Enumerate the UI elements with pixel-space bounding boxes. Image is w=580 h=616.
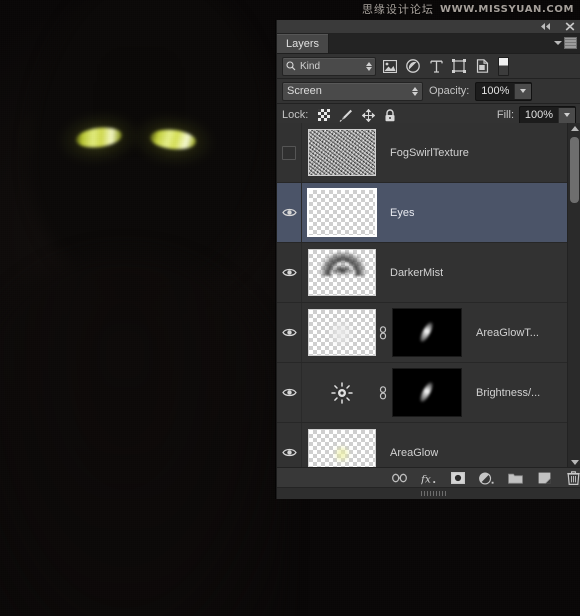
- brightness-contrast-icon[interactable]: [308, 369, 376, 416]
- mask-stroke-artwork: [418, 320, 435, 344]
- link-layers-icon[interactable]: [392, 471, 407, 486]
- scrollbar-thumb[interactable]: [570, 137, 579, 203]
- table-row[interactable]: Brightness/...: [277, 363, 580, 423]
- lock-position-icon[interactable]: [361, 108, 375, 122]
- new-group-icon[interactable]: [508, 471, 523, 486]
- layer-visibility-toggle[interactable]: [277, 183, 302, 242]
- filter-kind-select[interactable]: Kind: [282, 56, 376, 76]
- layer-name: AreaGlow: [390, 446, 439, 459]
- table-row[interactable]: AreaGlowT...: [277, 303, 580, 363]
- scroll-up-arrow[interactable]: [568, 123, 580, 134]
- mask-link-icon[interactable]: [376, 309, 390, 356]
- eye-icon: [281, 327, 297, 338]
- panel-bottom-grip[interactable]: [421, 491, 447, 496]
- opacity-field[interactable]: 100%: [475, 81, 533, 101]
- fill-dropdown-arrow[interactable]: [558, 107, 575, 123]
- pixel-layer-filter-icon[interactable]: [381, 57, 399, 75]
- tabstrip-filler: [329, 34, 580, 53]
- layer-visibility-toggle[interactable]: [277, 423, 302, 468]
- watermark: 思缘设计论坛 WWW.MISSYUAN.COM: [362, 1, 574, 17]
- layers-panel: Layers Kind Screen Opacity: 100% Lock: F…: [276, 20, 580, 499]
- watermark-url-text: WWW.MISSYUAN.COM: [439, 3, 574, 15]
- table-row[interactable]: FogSwirlTexture: [277, 123, 580, 183]
- layer-name: Brightness/...: [476, 386, 541, 399]
- type-layer-filter-icon[interactable]: [427, 57, 445, 75]
- table-row[interactable]: Eyes: [277, 183, 580, 243]
- tab-layers[interactable]: Layers: [277, 34, 330, 53]
- layer-filter-bar: Kind: [277, 54, 580, 79]
- fill-field[interactable]: 100%: [519, 105, 576, 125]
- search-icon: [286, 61, 296, 71]
- fill-label: Fill:: [496, 109, 514, 121]
- layer-thumbnail[interactable]: [308, 129, 376, 176]
- eye-icon: [281, 267, 297, 278]
- layer-thumbnail[interactable]: [308, 429, 376, 468]
- layer-list[interactable]: FogSwirlTexture Eyes DarkerMist AreaGlow…: [277, 123, 580, 468]
- menu-lines-icon: [564, 37, 577, 49]
- layers-bottom-toolbar: fx: [277, 467, 580, 488]
- shape-layer-filter-icon[interactable]: [450, 57, 468, 75]
- lock-icon-group: [317, 108, 397, 122]
- svg-text:fx: fx: [421, 473, 431, 485]
- glow-artwork: [335, 446, 349, 462]
- eye-off-icon: [282, 145, 296, 160]
- blend-mode-value: Screen: [287, 85, 322, 97]
- layer-name: DarkerMist: [390, 266, 444, 279]
- filter-kind-stepper[interactable]: [366, 61, 372, 71]
- filter-kind-value: Kind: [300, 60, 321, 72]
- collapse-panel-button[interactable]: [539, 21, 553, 32]
- glow-artwork: [329, 320, 353, 346]
- panel-titlebar: [277, 20, 580, 34]
- mist-artwork-dark: [329, 264, 355, 276]
- screenshot-root: 思缘设计论坛 WWW.MISSYUAN.COM Layers Kind Scre…: [0, 0, 580, 616]
- opacity-dropdown-arrow[interactable]: [514, 83, 532, 99]
- layer-name: AreaGlowT...: [476, 326, 539, 339]
- eye-icon: [281, 387, 297, 398]
- blend-mode-select[interactable]: Screen: [282, 81, 423, 101]
- table-row[interactable]: DarkerMist: [277, 243, 580, 303]
- layer-mask-thumbnail[interactable]: [392, 368, 462, 417]
- delete-layer-icon[interactable]: [566, 471, 580, 486]
- layer-name: Eyes: [390, 206, 415, 219]
- layer-visibility-toggle[interactable]: [277, 303, 302, 362]
- mask-stroke-artwork: [418, 380, 435, 404]
- fill-value: 100%: [524, 109, 554, 121]
- mask-link-icon[interactable]: [376, 369, 390, 416]
- panel-menu-button[interactable]: [554, 37, 577, 49]
- layer-style-fx-icon[interactable]: fx: [421, 471, 436, 486]
- table-row[interactable]: AreaGlow: [277, 423, 580, 468]
- new-adjustment-layer-icon[interactable]: [479, 471, 494, 486]
- blend-mode-bar: Screen Opacity: 100%: [277, 79, 580, 104]
- fill-group: Fill: 100%: [496, 105, 576, 125]
- blend-mode-stepper[interactable]: [412, 86, 418, 96]
- layer-thumbnail[interactable]: [307, 188, 377, 237]
- adjustment-layer-filter-icon[interactable]: [404, 57, 422, 75]
- opacity-label: Opacity:: [429, 85, 470, 97]
- lock-all-icon[interactable]: [383, 108, 397, 122]
- layer-thumbnail[interactable]: [308, 249, 376, 296]
- new-layer-icon[interactable]: [537, 471, 552, 486]
- layer-thumbnail[interactable]: [308, 309, 376, 356]
- eye-icon: [281, 207, 297, 218]
- panel-tabstrip: Layers: [277, 34, 580, 54]
- layer-list-scrollbar[interactable]: [567, 123, 580, 468]
- layer-mask-thumbnail[interactable]: [392, 308, 462, 357]
- watermark-cn-text: 思缘设计论坛: [361, 3, 434, 16]
- eye-icon: [281, 447, 297, 458]
- layer-name: FogSwirlTexture: [390, 146, 469, 159]
- panel-footer: [277, 487, 580, 499]
- lock-image-pixels-icon[interactable]: [339, 108, 353, 122]
- add-layer-mask-icon[interactable]: [450, 471, 465, 486]
- layer-visibility-toggle[interactable]: [277, 363, 302, 422]
- layer-visibility-toggle[interactable]: [277, 243, 302, 302]
- lock-label: Lock:: [282, 109, 309, 121]
- filter-enable-toggle[interactable]: [498, 56, 509, 76]
- chevron-down-icon: [554, 41, 562, 45]
- opacity-value: 100%: [481, 85, 510, 97]
- close-panel-button[interactable]: [563, 21, 577, 32]
- smart-object-filter-icon[interactable]: [473, 57, 491, 75]
- lock-transparent-pixels-icon[interactable]: [317, 108, 331, 122]
- layer-visibility-toggle[interactable]: [277, 123, 302, 182]
